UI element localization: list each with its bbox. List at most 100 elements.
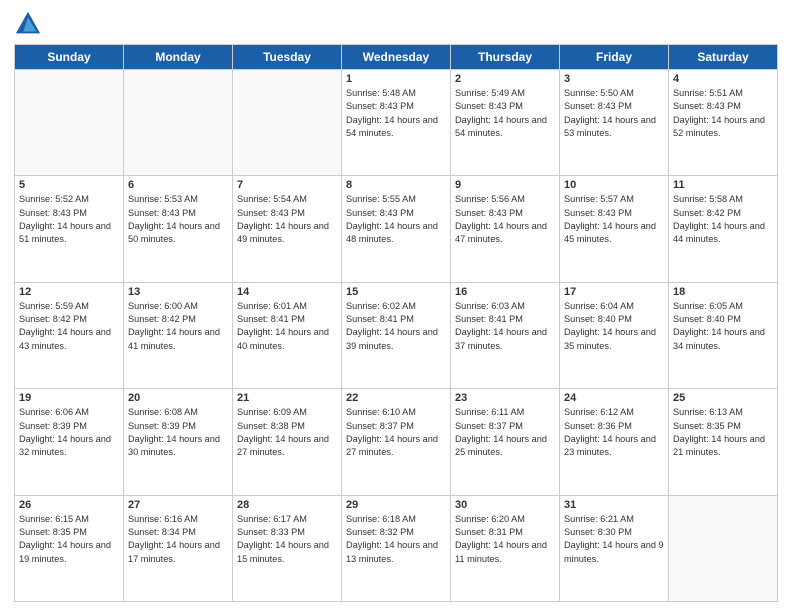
calendar-cell: 11 Sunrise: 5:58 AMSunset: 8:42 PMDayligh…	[669, 176, 778, 282]
calendar-cell: 24Sunrise: 6:12 AMSunset: 8:36 PMDayligh…	[560, 389, 669, 495]
day-number: 21	[237, 392, 337, 404]
day-info: Sunrise: 5:52 AMSunset: 8:43 PMDaylight:…	[19, 193, 119, 246]
day-number: 31	[564, 499, 664, 511]
weekday-header: Friday	[560, 45, 669, 70]
calendar-cell: 8 Sunrise: 5:55 AMSunset: 8:43 PMDaylight…	[342, 176, 451, 282]
calendar-cell: 17Sunrise: 6:04 AMSunset: 8:40 PMDayligh…	[560, 282, 669, 388]
logo	[14, 10, 46, 38]
logo-icon	[14, 10, 42, 38]
day-info: Sunrise: 6:09 AMSunset: 8:38 PMDaylight:…	[237, 406, 337, 459]
weekday-header: Thursday	[451, 45, 560, 70]
calendar-cell: 13 Sunrise: 6:00 AMSunset: 8:42 PMDayligh…	[124, 282, 233, 388]
calendar-cell: 27 Sunrise: 6:16 AMSunset: 8:34 PMDayligh…	[124, 495, 233, 601]
calendar-week-row: 26Sunrise: 6:15 AMSunset: 8:35 PMDayligh…	[15, 495, 778, 601]
calendar-cell: 18 Sunrise: 6:05 AMSunset: 8:40 PMDayligh…	[669, 282, 778, 388]
calendar-cell: 5 Sunrise: 5:52 AMSunset: 8:43 PMDaylight…	[15, 176, 124, 282]
calendar-table: SundayMondayTuesdayWednesdayThursdayFrid…	[14, 44, 778, 602]
calendar-cell: 10 Sunrise: 5:57 AMSunset: 8:43 PMDayligh…	[560, 176, 669, 282]
day-info: Sunrise: 6:00 AMSunset: 8:42 PMDaylight:…	[128, 300, 228, 353]
day-number: 14	[237, 286, 337, 298]
day-number: 6	[128, 179, 228, 191]
day-info: Sunrise: 6:01 AMSunset: 8:41 PMDaylight:…	[237, 300, 337, 353]
day-number: 28	[237, 499, 337, 511]
day-number: 5	[19, 179, 119, 191]
calendar-cell: 21 Sunrise: 6:09 AMSunset: 8:38 PMDayligh…	[233, 389, 342, 495]
calendar-cell: 25Sunrise: 6:13 AMSunset: 8:35 PMDayligh…	[669, 389, 778, 495]
calendar-cell: 3 Sunrise: 5:50 AMSunset: 8:43 PMDaylight…	[560, 70, 669, 176]
day-info: Sunrise: 5:51 AMSunset: 8:43 PMDaylight:…	[673, 87, 773, 140]
calendar-cell: 12 Sunrise: 5:59 AMSunset: 8:42 PMDayligh…	[15, 282, 124, 388]
calendar-cell: 31 Sunrise: 6:21 AMSunset: 8:30 PMDayligh…	[560, 495, 669, 601]
day-info: Sunrise: 6:08 AMSunset: 8:39 PMDaylight:…	[128, 406, 228, 459]
calendar-cell: 16Sunrise: 6:03 AMSunset: 8:41 PMDayligh…	[451, 282, 560, 388]
calendar-cell: 29 Sunrise: 6:18 AMSunset: 8:32 PMDayligh…	[342, 495, 451, 601]
day-info: Sunrise: 5:57 AMSunset: 8:43 PMDaylight:…	[564, 193, 664, 246]
calendar-cell: 2 Sunrise: 5:49 AMSunset: 8:43 PMDaylight…	[451, 70, 560, 176]
calendar-week-row: 1 Sunrise: 5:48 AMSunset: 8:43 PMDaylight…	[15, 70, 778, 176]
weekday-header: Wednesday	[342, 45, 451, 70]
day-number: 15	[346, 286, 446, 298]
weekday-header: Tuesday	[233, 45, 342, 70]
calendar-cell: 28 Sunrise: 6:17 AMSunset: 8:33 PMDayligh…	[233, 495, 342, 601]
weekday-header: Monday	[124, 45, 233, 70]
calendar-cell: 14 Sunrise: 6:01 AMSunset: 8:41 PMDayligh…	[233, 282, 342, 388]
day-number: 7	[237, 179, 337, 191]
day-number: 18	[673, 286, 773, 298]
day-info: Sunrise: 6:03 AMSunset: 8:41 PMDaylight:…	[455, 300, 555, 353]
calendar-cell	[669, 495, 778, 601]
day-number: 10	[564, 179, 664, 191]
day-info: Sunrise: 6:05 AMSunset: 8:40 PMDaylight:…	[673, 300, 773, 353]
day-info: Sunrise: 5:48 AMSunset: 8:43 PMDaylight:…	[346, 87, 446, 140]
calendar-cell: 19Sunrise: 6:06 AMSunset: 8:39 PMDayligh…	[15, 389, 124, 495]
day-info: Sunrise: 6:21 AMSunset: 8:30 PMDaylight:…	[564, 513, 664, 566]
day-number: 3	[564, 73, 664, 85]
calendar-week-row: 5 Sunrise: 5:52 AMSunset: 8:43 PMDaylight…	[15, 176, 778, 282]
calendar-cell: 9Sunrise: 5:56 AMSunset: 8:43 PMDaylight…	[451, 176, 560, 282]
calendar-cell: 23Sunrise: 6:11 AMSunset: 8:37 PMDayligh…	[451, 389, 560, 495]
day-number: 4	[673, 73, 773, 85]
calendar-cell: 26Sunrise: 6:15 AMSunset: 8:35 PMDayligh…	[15, 495, 124, 601]
calendar-cell: 4 Sunrise: 5:51 AMSunset: 8:43 PMDaylight…	[669, 70, 778, 176]
day-number: 25	[673, 392, 773, 404]
calendar-cell: 15 Sunrise: 6:02 AMSunset: 8:41 PMDayligh…	[342, 282, 451, 388]
day-info: Sunrise: 6:20 AMSunset: 8:31 PMDaylight:…	[455, 513, 555, 566]
day-info: Sunrise: 5:58 AMSunset: 8:42 PMDaylight:…	[673, 193, 773, 246]
day-number: 13	[128, 286, 228, 298]
day-number: 1	[346, 73, 446, 85]
day-info: Sunrise: 6:02 AMSunset: 8:41 PMDaylight:…	[346, 300, 446, 353]
day-info: Sunrise: 6:12 AMSunset: 8:36 PMDaylight:…	[564, 406, 664, 459]
day-info: Sunrise: 5:56 AMSunset: 8:43 PMDaylight:…	[455, 193, 555, 246]
day-info: Sunrise: 6:10 AMSunset: 8:37 PMDaylight:…	[346, 406, 446, 459]
day-number: 30	[455, 499, 555, 511]
day-info: Sunrise: 5:54 AMSunset: 8:43 PMDaylight:…	[237, 193, 337, 246]
day-info: Sunrise: 6:18 AMSunset: 8:32 PMDaylight:…	[346, 513, 446, 566]
calendar-cell: 20 Sunrise: 6:08 AMSunset: 8:39 PMDayligh…	[124, 389, 233, 495]
day-info: Sunrise: 6:11 AMSunset: 8:37 PMDaylight:…	[455, 406, 555, 459]
day-number: 20	[128, 392, 228, 404]
page-header	[14, 10, 778, 38]
day-info: Sunrise: 5:53 AMSunset: 8:43 PMDaylight:…	[128, 193, 228, 246]
day-info: Sunrise: 5:49 AMSunset: 8:43 PMDaylight:…	[455, 87, 555, 140]
day-number: 19	[19, 392, 119, 404]
calendar-cell: 6 Sunrise: 5:53 AMSunset: 8:43 PMDaylight…	[124, 176, 233, 282]
day-info: Sunrise: 5:59 AMSunset: 8:42 PMDaylight:…	[19, 300, 119, 353]
day-number: 2	[455, 73, 555, 85]
calendar-cell: 7 Sunrise: 5:54 AMSunset: 8:43 PMDaylight…	[233, 176, 342, 282]
day-number: 27	[128, 499, 228, 511]
day-number: 29	[346, 499, 446, 511]
calendar-cell: 1 Sunrise: 5:48 AMSunset: 8:43 PMDaylight…	[342, 70, 451, 176]
calendar-cell	[15, 70, 124, 176]
day-info: Sunrise: 6:16 AMSunset: 8:34 PMDaylight:…	[128, 513, 228, 566]
weekday-header: Sunday	[15, 45, 124, 70]
day-number: 12	[19, 286, 119, 298]
day-number: 17	[564, 286, 664, 298]
day-info: Sunrise: 6:17 AMSunset: 8:33 PMDaylight:…	[237, 513, 337, 566]
day-number: 11	[673, 179, 773, 191]
calendar-cell: 22 Sunrise: 6:10 AMSunset: 8:37 PMDayligh…	[342, 389, 451, 495]
day-info: Sunrise: 5:50 AMSunset: 8:43 PMDaylight:…	[564, 87, 664, 140]
calendar-cell	[233, 70, 342, 176]
day-info: Sunrise: 5:55 AMSunset: 8:43 PMDaylight:…	[346, 193, 446, 246]
day-number: 8	[346, 179, 446, 191]
day-number: 22	[346, 392, 446, 404]
weekday-header-row: SundayMondayTuesdayWednesdayThursdayFrid…	[15, 45, 778, 70]
